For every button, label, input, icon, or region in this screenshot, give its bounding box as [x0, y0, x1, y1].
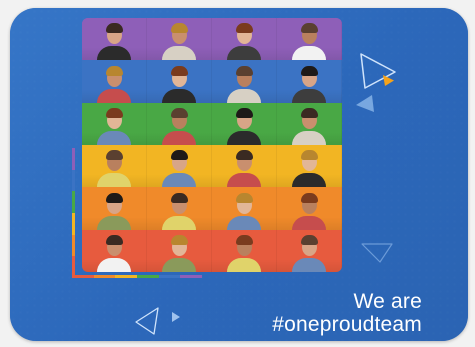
rainbow-stripe-vertical: [72, 234, 75, 257]
person-figure: [225, 149, 263, 188]
team-photo: [277, 18, 342, 61]
team-photo: [82, 18, 147, 61]
triangle-orange-icon: [383, 75, 394, 86]
team-photo: [212, 144, 277, 188]
rainbow-frame: [72, 148, 202, 278]
rainbow-stripe-horizontal: [115, 275, 137, 278]
tagline-line-1: We are: [353, 290, 422, 313]
tagline-hashtag: #oneproudteam: [272, 313, 422, 336]
person-figure: [160, 107, 198, 145]
person-figure: [290, 149, 328, 188]
rainbow-stripe-horizontal: [180, 275, 202, 278]
team-photo: [277, 102, 342, 145]
person-figure: [160, 65, 198, 103]
team-photo: [212, 102, 277, 145]
team-photo: [147, 60, 212, 103]
team-photo: [277, 144, 342, 188]
person-figure: [290, 22, 328, 61]
triangle-solid-icon: [356, 95, 374, 112]
person-figure: [225, 65, 263, 103]
team-photo: [212, 18, 277, 61]
campaign-card: We are #oneproudteam: [10, 8, 468, 341]
person-figure: [160, 22, 198, 61]
team-photo: [82, 60, 147, 103]
person-figure: [225, 234, 263, 272]
person-figure: [95, 65, 133, 103]
triangle-outline-icon: [361, 243, 393, 263]
team-photo: [212, 187, 277, 230]
rainbow-stripe-horizontal: [93, 275, 116, 278]
team-photo: [277, 187, 342, 230]
rainbow-stripe-horizontal: [72, 275, 94, 278]
campaign-tagline: We are #oneproudteam: [272, 290, 422, 336]
team-photo: [277, 229, 342, 272]
rainbow-stripe-vertical: [72, 148, 75, 170]
person-figure: [290, 107, 328, 145]
team-photo: [147, 102, 212, 145]
person-figure: [225, 22, 263, 61]
team-photo: [212, 229, 277, 272]
person-figure: [290, 65, 328, 103]
person-figure: [95, 22, 133, 61]
paper-plane-icon: [135, 307, 180, 335]
team-photo: [212, 60, 277, 103]
person-figure: [95, 107, 133, 145]
team-photo: [147, 18, 212, 61]
person-figure: [225, 107, 263, 145]
rainbow-stripe-vertical: [72, 169, 75, 192]
team-photo: [82, 102, 147, 145]
person-figure: [290, 234, 328, 272]
person-figure: [225, 192, 263, 230]
rainbow-stripe-vertical: [72, 213, 75, 235]
rainbow-stripe-horizontal: [158, 275, 181, 278]
team-photo: [277, 60, 342, 103]
person-figure: [290, 192, 328, 230]
rainbow-stripe-vertical: [72, 191, 75, 213]
rainbow-stripe-horizontal: [137, 275, 159, 278]
